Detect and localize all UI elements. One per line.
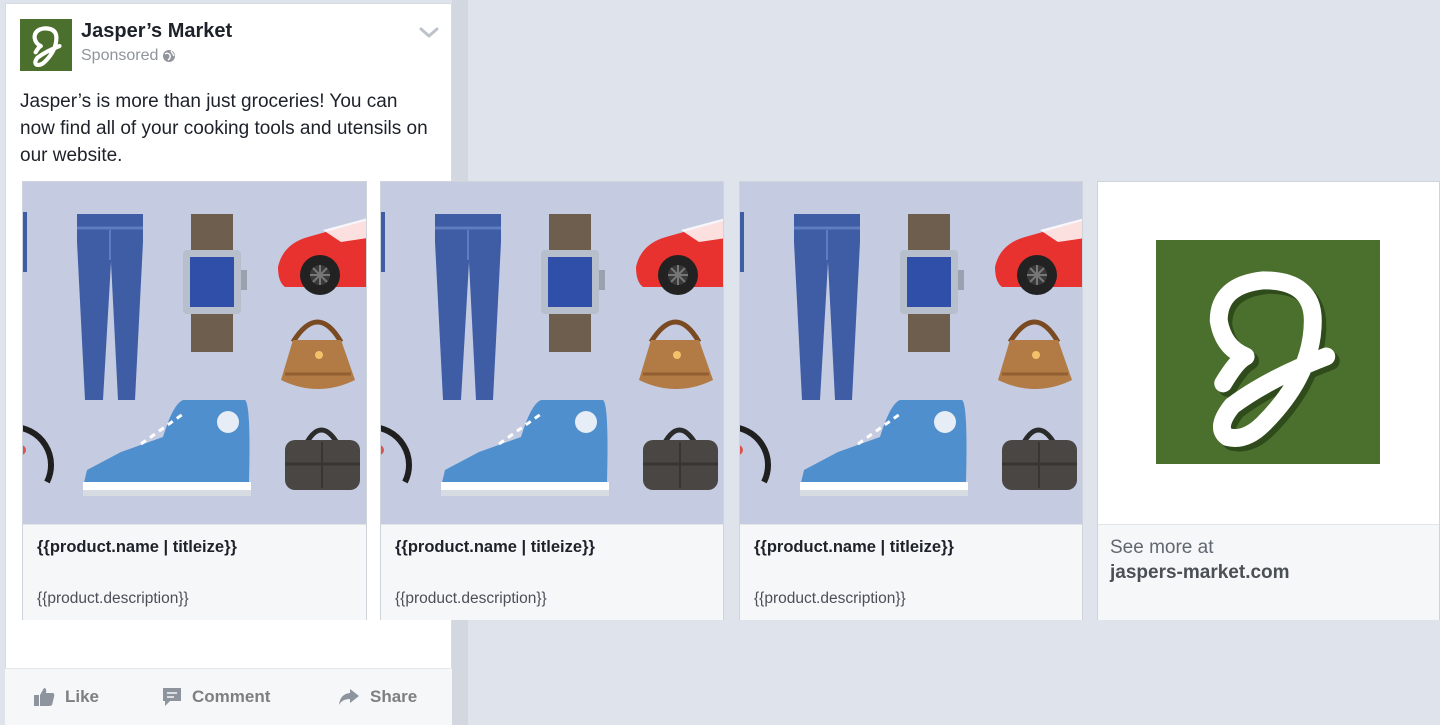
card-footer: {{product.name | titleize}} {{product.de… [381, 524, 723, 620]
product-image [740, 182, 1082, 524]
product-title: {{product.name | titleize}} [37, 538, 237, 556]
carousel-card[interactable]: {{product.name | titleize}} {{product.de… [22, 181, 367, 620]
share-button[interactable]: Share [338, 687, 417, 707]
page-name-link[interactable]: Jasper’s Market [81, 20, 232, 43]
post-actions-bar: Like Comment Share [5, 668, 452, 725]
product-title: {{product.name | titleize}} [754, 538, 954, 556]
product-description: {{product.description}} [37, 590, 189, 607]
carousel-card[interactable]: {{product.name | titleize}} {{product.de… [380, 181, 724, 620]
brand-logo [1156, 240, 1380, 464]
see-more-card[interactable]: See more at jaspers-market.com [1097, 181, 1440, 620]
card-footer: {{product.name | titleize}} {{product.de… [23, 524, 366, 620]
card-footer: {{product.name | titleize}} {{product.de… [740, 524, 1082, 620]
brand-logo-icon [1156, 240, 1340, 452]
sponsored-label: Sponsored [81, 47, 176, 65]
share-icon [339, 689, 359, 705]
see-more-label: See more at [1110, 537, 1214, 558]
globe-icon [163, 50, 176, 62]
like-button[interactable]: Like [33, 687, 99, 707]
chevron-down-icon[interactable] [418, 26, 440, 40]
product-title: {{product.name | titleize}} [395, 538, 595, 556]
carousel-card[interactable]: {{product.name | titleize}} {{product.de… [739, 181, 1083, 620]
post-body-text: Jasper’s is more than just groceries! Yo… [20, 91, 428, 166]
brand-logo-icon [20, 19, 72, 71]
product-image [381, 182, 723, 524]
product-image [23, 182, 366, 524]
product-description: {{product.description}} [754, 590, 906, 607]
comment-button[interactable]: Comment [162, 687, 270, 707]
end-card-image [1098, 182, 1439, 524]
share-label: Share [370, 687, 418, 706]
comment-icon [163, 688, 181, 706]
website-domain-link[interactable]: jaspers-market.com [1110, 562, 1290, 584]
sponsored-text: Sponsored [81, 47, 159, 64]
comment-label: Comment [192, 687, 271, 706]
product-description: {{product.description}} [395, 590, 547, 607]
like-icon [34, 688, 55, 706]
page-avatar[interactable] [20, 19, 72, 71]
like-label: Like [65, 687, 100, 706]
card-footer: See more at jaspers-market.com [1098, 524, 1439, 620]
